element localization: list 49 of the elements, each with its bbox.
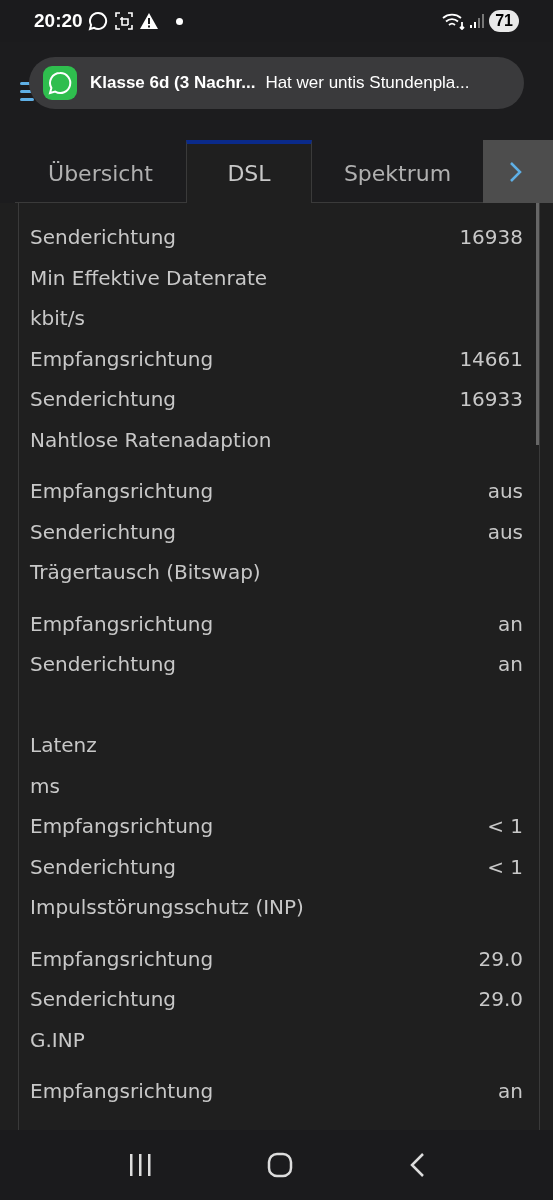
warning-icon — [138, 12, 159, 30]
tab[interactable]: DSL — [186, 140, 312, 203]
chat-bubble-icon — [87, 11, 108, 31]
field-value: an — [498, 651, 523, 679]
field-label: Empfangsrichtung — [30, 610, 214, 638]
field-label: Empfangsrichtung — [30, 945, 214, 973]
section-title: Latenz — [30, 732, 97, 760]
field-label: Empfangsrichtung — [30, 1078, 214, 1106]
status-time: 20:20 — [34, 8, 83, 33]
field-value: 29.0 — [478, 945, 523, 973]
field-value: 16938 — [459, 224, 523, 252]
section-title: Impulsstörungsschutz (INP) — [30, 894, 304, 922]
field-value: < 1 — [487, 813, 523, 841]
field-value: an — [498, 610, 523, 638]
field-value: aus — [487, 518, 523, 546]
section-title: Nahtlose Ratenadaption — [30, 426, 272, 454]
field-value: 16933 — [459, 386, 523, 414]
field-label: Empfangsrichtung — [30, 813, 214, 841]
recent-apps-icon[interactable] — [127, 1153, 152, 1177]
field-value: 14661 — [459, 345, 523, 373]
notification-title: Klasse 6d (3 Nachr... — [90, 72, 256, 95]
field-label: Senderichtung — [30, 224, 176, 252]
field-label: Senderichtung — [30, 386, 176, 414]
screenshot-icon — [113, 11, 134, 31]
field-label: Empfangsrichtung — [30, 345, 214, 373]
field-label: Senderichtung — [30, 986, 176, 1014]
field-value: aus — [487, 478, 523, 506]
field-value: < 1 — [487, 853, 523, 881]
notification-message: Hat wer untis Stundenpla... — [265, 72, 470, 95]
field-label: Empfangsrichtung — [30, 478, 214, 506]
signal-icon — [469, 13, 486, 29]
home-icon[interactable] — [267, 1152, 294, 1178]
scrollbar[interactable] — [536, 203, 539, 445]
wifi-icon — [442, 12, 467, 30]
field-label: Senderichtung — [30, 651, 176, 679]
chat-app-icon — [43, 66, 77, 100]
section-title: G.INP — [30, 1026, 85, 1054]
battery-level: 71 — [489, 10, 519, 32]
section-title: kbit/s — [30, 305, 85, 333]
field-value: an — [498, 1078, 523, 1106]
section-title: ms — [30, 772, 60, 800]
notification-banner[interactable]: Klasse 6d (3 Nachr... Hat wer untis Stundenpla... — [29, 57, 524, 109]
section-title: Min Effektive Datenrate — [30, 264, 268, 292]
back-icon[interactable] — [409, 1152, 426, 1178]
field-label: Senderichtung — [30, 853, 176, 881]
chevron-right-icon — [509, 160, 523, 183]
field-label: Senderichtung — [30, 518, 176, 546]
section-title: Trägertausch (Bitswap) — [30, 559, 261, 587]
field-value: 29.0 — [478, 986, 523, 1014]
